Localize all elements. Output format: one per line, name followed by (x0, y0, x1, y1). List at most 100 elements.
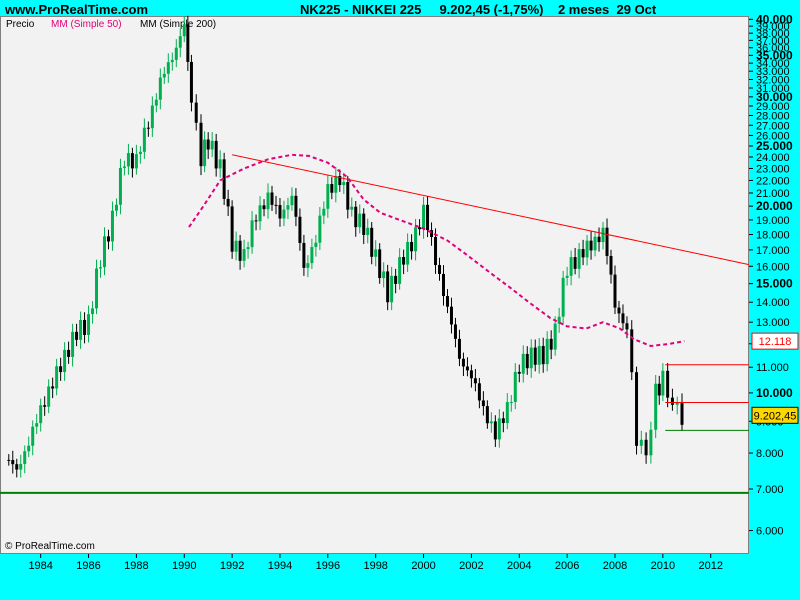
candle (438, 257, 442, 281)
candle-body (469, 370, 473, 379)
candle-body (314, 242, 318, 248)
y-tick-label: 24.000 (756, 152, 790, 164)
candle-body (402, 257, 406, 265)
candle (541, 337, 545, 373)
candle-body (509, 402, 513, 404)
candle (635, 366, 639, 455)
candle-body (47, 386, 51, 407)
candle (83, 312, 87, 344)
candle (43, 396, 47, 416)
x-tick-label: 1990 (172, 560, 196, 572)
candle (394, 268, 398, 294)
candle-body (394, 275, 398, 284)
candle-body (122, 166, 126, 168)
candle (469, 364, 473, 388)
price-candles (7, 15, 684, 478)
candle-body (142, 127, 146, 152)
candle (334, 167, 338, 203)
candle-body (362, 213, 366, 235)
candle (206, 132, 210, 159)
candle (441, 265, 445, 306)
candle (254, 214, 258, 231)
candle (258, 196, 262, 230)
candle (99, 260, 103, 278)
candle (234, 231, 238, 261)
candle (378, 243, 382, 284)
candle-body (189, 61, 193, 103)
candle-body (266, 192, 270, 210)
candle (537, 338, 541, 374)
candle (370, 222, 374, 265)
candle-body (644, 439, 648, 456)
candle-body (398, 257, 402, 284)
candle (585, 234, 589, 266)
candle (489, 412, 493, 433)
candle-body (597, 236, 601, 243)
candle-body (99, 267, 103, 269)
candle-body (497, 418, 501, 440)
candle (214, 133, 218, 177)
candle (390, 266, 394, 311)
candle (19, 454, 23, 478)
candle-body (561, 277, 565, 317)
x-tick-label: 1988 (124, 560, 148, 572)
x-tick-label: 1986 (76, 560, 100, 572)
candle-body (457, 338, 461, 359)
candle (461, 352, 465, 377)
candle (75, 323, 79, 347)
candle-body (322, 208, 326, 216)
candle (282, 200, 286, 227)
y-tick-label: 14.000 (756, 297, 790, 309)
candle-body (282, 209, 286, 219)
candle-body (654, 383, 658, 430)
candle-body (438, 265, 442, 274)
candle-body (182, 24, 186, 37)
candle-body (477, 383, 481, 401)
candle-body (254, 220, 258, 222)
candle (39, 398, 43, 432)
candle (465, 357, 469, 377)
candle-body (533, 347, 537, 365)
candle (138, 146, 142, 164)
candle-body (75, 331, 79, 340)
y-tick-label: 18.000 (756, 230, 790, 242)
candle (118, 158, 122, 215)
y-tick-label: 40.000 (756, 12, 793, 26)
y-tick-label: 7.000 (756, 484, 784, 496)
candle-body (354, 206, 358, 228)
candle-body (525, 353, 529, 369)
candle-body (521, 353, 525, 374)
candle (150, 96, 154, 137)
candle-body (83, 319, 87, 335)
candle (338, 169, 342, 192)
candle (262, 199, 266, 217)
candle (106, 229, 110, 250)
candle-body (258, 205, 262, 222)
x-tick-label: 1992 (220, 560, 244, 572)
candle (557, 307, 561, 333)
candle (91, 301, 95, 324)
candle (186, 15, 190, 71)
value-label-text: 12.118 (759, 336, 792, 348)
candle (617, 300, 621, 323)
candle-body (601, 227, 605, 243)
candle-body (170, 59, 174, 63)
candle (250, 211, 254, 254)
candle-body (7, 459, 11, 461)
candle-body (250, 220, 254, 248)
candle (374, 240, 378, 267)
candle-body (154, 99, 158, 106)
candle (158, 68, 162, 110)
candle-body (194, 102, 198, 123)
candle (529, 339, 533, 378)
candle (521, 345, 525, 383)
candle (95, 259, 99, 315)
candle (422, 196, 426, 239)
candle (358, 204, 362, 234)
candle-body (473, 378, 477, 384)
candle (513, 363, 517, 410)
candle-body (350, 206, 354, 210)
candle (23, 445, 27, 474)
candle (346, 175, 350, 219)
y-tick-label: 6.000 (756, 526, 784, 538)
